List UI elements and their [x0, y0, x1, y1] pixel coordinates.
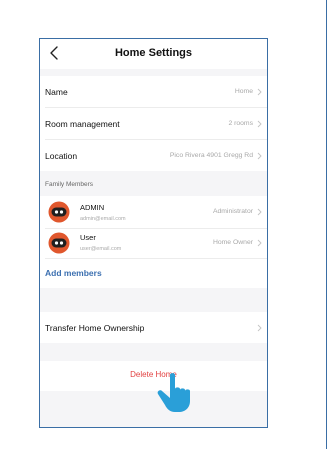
member-row[interactable]: User user@email.com Home Owner [40, 228, 267, 258]
location-label: Location [45, 151, 78, 161]
member-name: ADMIN [80, 203, 105, 212]
row-divider [45, 107, 267, 108]
chevron-right-icon [257, 208, 262, 216]
member-role: Home Owner [212, 239, 253, 246]
name-row[interactable]: Name Home [40, 76, 267, 107]
chevron-right-icon [257, 120, 262, 128]
room-management-label: Room management [45, 119, 120, 129]
location-row[interactable]: Location Pico Rivera 4901 Gregg Rd [40, 139, 267, 171]
chevron-right-icon [257, 88, 262, 96]
name-label: Name [45, 87, 68, 97]
member-row[interactable]: ADMIN admin@email.com Administrator [40, 196, 267, 228]
add-members-row[interactable]: Add members [40, 258, 267, 288]
robot-avatar-icon [48, 201, 70, 223]
member-role: Administrator [212, 208, 253, 215]
chevron-right-icon [257, 152, 262, 160]
transfer-ownership-label: Transfer Home Ownership [45, 323, 145, 333]
location-value: Pico Rivera 4901 Gregg Rd [169, 152, 253, 159]
member-name: User [80, 233, 96, 242]
row-divider [45, 139, 267, 140]
transfer-ownership-row[interactable]: Transfer Home Ownership [40, 312, 267, 343]
hand-pointer-icon [157, 373, 190, 412]
member-email: admin@email.com [80, 216, 126, 222]
row-divider [45, 228, 267, 229]
phone-screen: Home Settings Name Home Room management … [39, 38, 268, 428]
chevron-right-icon [257, 324, 262, 332]
room-count-value: 2 rooms [228, 120, 253, 127]
name-value: Home [234, 88, 253, 95]
frame-edge-line [326, 0, 327, 449]
page-title: Home Settings [114, 47, 192, 59]
row-divider [45, 258, 267, 259]
robot-avatar-icon [48, 232, 70, 254]
room-management-row[interactable]: Room management 2 rooms [40, 107, 267, 139]
chevron-right-icon [257, 239, 262, 247]
nav-bar: Home Settings [40, 39, 267, 69]
member-email: user@email.com [80, 246, 122, 252]
family-members-heading: Family Members [45, 181, 94, 188]
add-members-button[interactable]: Add members [45, 268, 102, 278]
